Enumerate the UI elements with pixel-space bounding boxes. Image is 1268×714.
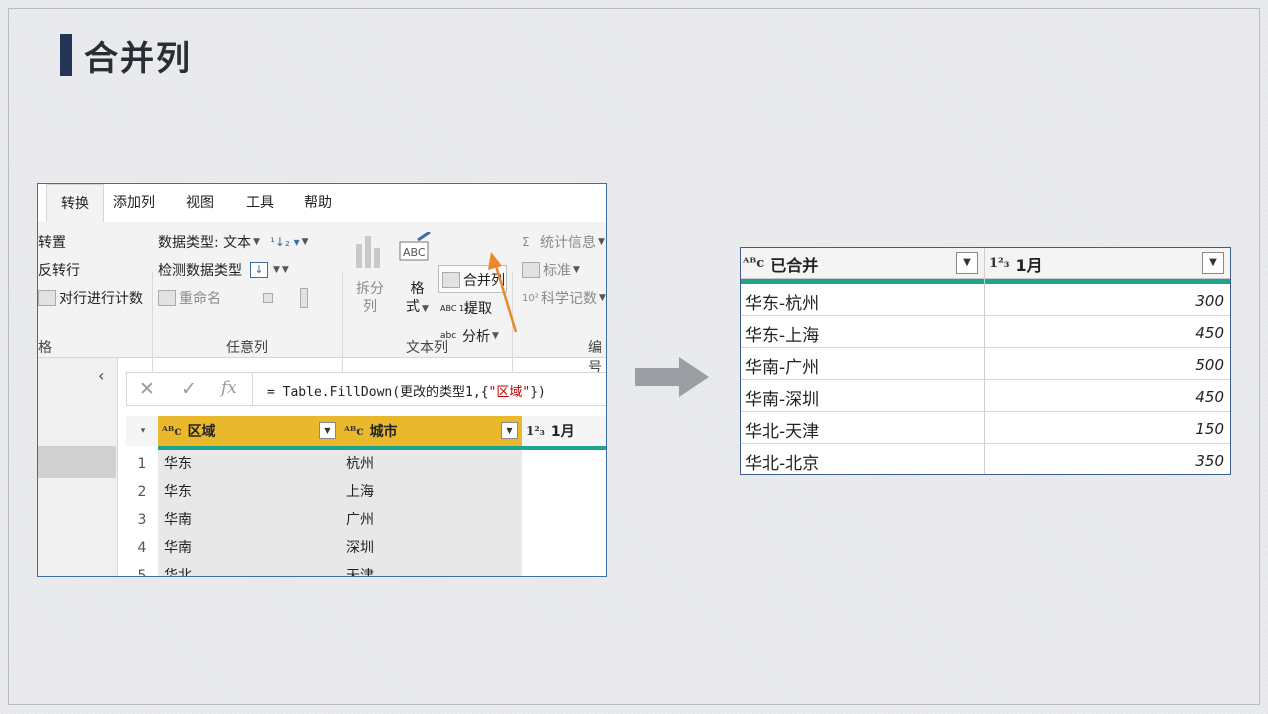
cell-jan[interactable] [522,478,606,506]
queries-pane: ‹ [38,358,118,576]
data-grid: ▾ ᴬᴮc 区域 ▼ ᴬᴮc 城市 ▼ 1²₃ 1月 1 华东 杭州 2 华东 … [126,416,606,576]
table-row: 华北-天津 150 [741,412,1230,444]
cell-jan[interactable]: 450 [1195,388,1224,406]
table-row: 华东-上海 450 [741,316,1230,348]
cell-merged[interactable]: 华北-天津 [745,417,819,442]
row-number: 4 [126,534,158,562]
selected-query-item[interactable] [38,446,116,478]
table-row: 华北-北京 350 [741,444,1230,476]
filter-dropdown-icon[interactable]: ▼ [956,252,978,274]
cell-jan[interactable] [522,562,606,576]
cell-region[interactable]: 华北 [158,562,340,576]
cell-merged[interactable]: 华南-深圳 [745,385,819,410]
slide-title-text: 合并列 [84,38,192,79]
formula-divider [252,373,253,405]
text-type-icon: ᴬᴮc [743,256,765,271]
column-header-region[interactable]: ᴬᴮc 区域 ▼ [158,416,340,446]
slide-title: 合并列 [60,34,192,79]
formula-input[interactable]: = Table.FillDown(更改的类型1,{"区域"}) [267,381,546,400]
column-separator [984,248,985,474]
fx-icon[interactable]: fx [221,378,237,398]
power-query-screenshot: 转换 添加列 视图 工具 帮助 转置 反转行 对行进行计数 格 数据类型: 文本… [37,183,607,577]
cell-region[interactable]: 华东 [158,450,340,478]
formula-bar: ✕ ✓ fx = Table.FillDown(更改的类型1,{"区域"}) [126,372,606,406]
commit-formula-icon[interactable]: ✓ [181,378,197,400]
table-row: 5 华北 天津 [126,562,606,576]
cell-city[interactable]: 杭州 [340,450,522,478]
cell-jan[interactable] [522,506,606,534]
column-header-merged[interactable]: ᴬᴮc 已合并 [743,248,818,279]
cell-merged[interactable]: 华北-北京 [745,449,819,474]
table-row: 华南-深圳 450 [741,380,1230,412]
table-row: 4 华南 深圳 [126,534,606,562]
right-arrow-icon [635,357,709,397]
row-number: 3 [126,506,158,534]
column-header-jan[interactable]: 1²₃ 1月 [522,416,606,446]
cell-merged[interactable]: 华南-广州 [745,353,819,378]
table-menu-icon[interactable]: ▾ [126,416,158,446]
cell-merged[interactable]: 华东-杭州 [745,289,819,314]
filter-dropdown-icon[interactable]: ▼ [501,422,518,439]
table-row: 3 华南 广州 [126,506,606,534]
cell-city[interactable]: 广州 [340,506,522,534]
column-header-city[interactable]: ᴬᴮc 城市 ▼ [340,416,522,446]
table-row: 华东-杭州 300 [741,284,1230,316]
number-type-icon: 1²₃ [526,424,545,438]
text-type-icon: ᴬᴮc [162,424,182,438]
cancel-formula-icon[interactable]: ✕ [139,378,155,400]
row-number: 5 [126,562,158,576]
cell-city[interactable]: 深圳 [340,534,522,562]
table-row: 1 华东 杭州 [126,450,606,478]
text-type-icon: ᴬᴮc [344,424,364,438]
cell-jan[interactable]: 500 [1195,356,1224,374]
number-type-icon: 1²₃ [989,256,1010,271]
cell-jan[interactable]: 300 [1195,292,1224,310]
cell-region[interactable]: 华东 [158,478,340,506]
collapse-pane-icon[interactable]: ‹ [98,366,104,385]
row-number: 2 [126,478,158,506]
result-table-header: ᴬᴮc 已合并 ▼ 1²₃ 1月 ▼ [741,248,1230,279]
table-row: 2 华东 上海 [126,478,606,506]
cell-region[interactable]: 华南 [158,534,340,562]
row-number: 1 [126,450,158,478]
cell-jan[interactable]: 150 [1195,420,1224,438]
cell-city[interactable]: 天津 [340,562,522,576]
title-accent-bar [60,34,72,76]
cell-jan[interactable]: 350 [1195,452,1224,470]
cell-merged[interactable]: 华东-上海 [745,321,819,346]
cell-city[interactable]: 上海 [340,478,522,506]
result-table: ᴬᴮc 已合并 ▼ 1²₃ 1月 ▼ 华东-杭州 300 华东-上海 450 华… [740,247,1231,475]
cell-jan[interactable] [522,534,606,562]
filter-dropdown-icon[interactable]: ▼ [1202,252,1224,274]
cell-jan[interactable] [522,450,606,478]
column-header-jan[interactable]: 1²₃ 1月 [989,248,1043,279]
cell-region[interactable]: 华南 [158,506,340,534]
cell-jan[interactable]: 450 [1195,324,1224,342]
filter-dropdown-icon[interactable]: ▼ [319,422,336,439]
table-row: 华南-广州 500 [741,348,1230,380]
